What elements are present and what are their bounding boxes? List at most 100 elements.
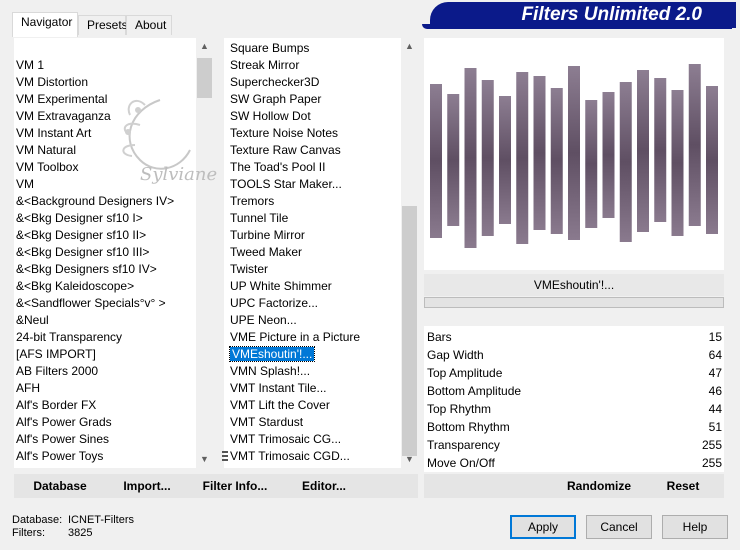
parameter-row[interactable]: Move On/Off 255 <box>424 454 724 472</box>
scroll-up-arrow-icon[interactable]: ▲ <box>401 38 418 55</box>
category-list-item[interactable]: VM 1 <box>14 57 194 74</box>
preview-bar <box>654 78 667 222</box>
parameter-row[interactable]: Top Rhythm 44 <box>424 400 724 418</box>
filter-scroll-thumb[interactable] <box>402 206 417 456</box>
parameter-label: Bottom Rhythm <box>427 420 510 434</box>
category-list-item[interactable]: VM Toolbox <box>14 159 194 176</box>
preview-bar <box>568 66 580 240</box>
parameter-row[interactable]: Gap Width 64 <box>424 346 724 364</box>
category-list-item[interactable]: VM Instant Art <box>14 125 194 142</box>
filter-list-item[interactable]: Superchecker3D <box>228 74 319 91</box>
database-button[interactable]: Database <box>24 474 96 498</box>
filter-list-item[interactable]: TOOLS Star Maker... <box>228 176 342 193</box>
parameter-row[interactable]: Bottom Amplitude 46 <box>424 382 724 400</box>
editor-button[interactable]: Editor... <box>294 474 354 498</box>
tab-about[interactable]: About <box>126 15 172 35</box>
filter-label: TOOLS Star Maker... <box>230 177 342 191</box>
filter-scrollbar[interactable]: ▲ ▼ <box>401 38 418 468</box>
filter-list-item[interactable]: Texture Noise Notes <box>228 125 338 142</box>
filter-list-item[interactable]: Tunnel Tile <box>228 210 288 227</box>
filter-list-item[interactable]: Tweed Maker <box>228 244 302 261</box>
category-list-item[interactable]: Alf's Power Sines <box>14 431 194 448</box>
parameter-row[interactable]: Transparency 255 <box>424 436 724 454</box>
scroll-down-arrow-icon[interactable]: ▼ <box>401 451 418 468</box>
app-title: Filters Unlimited 2.0 <box>521 4 702 25</box>
tab-navigator[interactable]: Navigator <box>12 12 78 37</box>
category-list-item[interactable]: &<Bkg Designer sf10 III> <box>14 244 194 261</box>
category-list-item[interactable]: VM Experimental <box>14 91 194 108</box>
category-label: &Neul <box>16 313 49 327</box>
filter-label: Texture Raw Canvas <box>230 143 341 157</box>
parameter-label: Gap Width <box>427 348 484 362</box>
filter-list[interactable]: Square Bumps Streak Mirror Superchecker3D S… <box>224 38 418 468</box>
filter-list-item[interactable]: VMT Trimosaic CGD... <box>228 448 350 465</box>
preview-bar <box>533 76 546 230</box>
scroll-up-arrow-icon[interactable]: ▲ <box>196 38 213 55</box>
filter-list-item[interactable]: SW Hollow Dot <box>228 108 311 125</box>
category-list-item[interactable]: &<Bkg Designer sf10 I> <box>14 210 194 227</box>
filter-label: VMEshoutin'!... <box>228 346 316 362</box>
category-list-item[interactable]: VM Natural <box>14 142 194 159</box>
filter-list-item[interactable]: The Toad's Pool II <box>228 159 325 176</box>
filter-list-item[interactable]: Streak Mirror <box>228 57 299 74</box>
category-list-item[interactable]: AFH <box>14 380 194 397</box>
parameter-row[interactable]: Top Amplitude 47 <box>424 364 724 382</box>
filter-list-item[interactable]: VME Picture in a Picture <box>228 329 360 346</box>
category-list-item[interactable]: &<Bkg Designer sf10 II> <box>14 227 194 244</box>
category-list-item[interactable]: Alf's Power Grads <box>14 414 194 431</box>
filter-label: SW Graph Paper <box>230 92 322 106</box>
scroll-down-arrow-icon[interactable]: ▼ <box>196 451 213 468</box>
randomize-button[interactable]: Randomize <box>554 474 644 498</box>
filter-list-item[interactable]: Square Bumps <box>228 40 309 57</box>
filter-list-item[interactable]: Twister <box>228 261 268 278</box>
category-list-item[interactable]: [AFS IMPORT] <box>14 346 194 363</box>
category-list-item[interactable]: &<Bkg Kaleidoscope> <box>14 278 194 295</box>
category-label: Alf's Power Toys <box>16 449 104 463</box>
category-list-item[interactable]: Alf's Border FX <box>14 397 194 414</box>
filter-list-item[interactable]: Tremors <box>228 193 274 210</box>
category-list-item[interactable]: &<Background Designers IV> <box>14 193 194 210</box>
import-button[interactable]: Import... <box>114 474 180 498</box>
filter-list-item[interactable]: VMN Splash!... <box>228 363 310 380</box>
apply-button[interactable]: Apply <box>510 515 576 539</box>
category-list-item[interactable]: Alf's Power Toys <box>14 448 194 465</box>
filter-list-item[interactable]: SW Graph Paper <box>228 91 321 108</box>
category-list-item[interactable]: &<Sandflower Specials°v° > <box>14 295 194 312</box>
cancel-button[interactable]: Cancel <box>586 515 652 539</box>
preview-bar <box>447 94 460 226</box>
parameter-label: Bars <box>427 330 452 344</box>
filter-label: VME Picture in a Picture <box>230 330 361 344</box>
category-list-item[interactable]: &<Bkg Designers sf10 IV> <box>14 261 194 278</box>
filter-list-item[interactable]: UP White Shimmer <box>228 278 332 295</box>
category-scrollbar[interactable]: ▲ ▼ <box>196 38 213 468</box>
filter-info-button[interactable]: Filter Info... <box>198 474 272 498</box>
parameter-row[interactable]: Bars 15 <box>424 328 724 346</box>
filter-list-item[interactable]: VMT Trimosaic CG... <box>228 431 341 448</box>
category-list-item[interactable]: &Neul <box>14 312 194 329</box>
filter-label: VMT Lift the Cover <box>230 398 330 412</box>
category-list[interactable]: VM 1 VM Distortion VM Experimental VM Extra… <box>14 38 212 468</box>
filter-label: The Toad's Pool II <box>230 160 326 174</box>
filter-list-item[interactable]: Turbine Mirror <box>228 227 305 244</box>
filter-list-item[interactable]: VMT Stardust <box>228 414 303 431</box>
category-list-item[interactable]: VM Extravaganza <box>14 108 194 125</box>
help-button[interactable]: Help <box>662 515 728 539</box>
category-list-item[interactable]: 24-bit Transparency <box>14 329 194 346</box>
parameter-row[interactable]: Bottom Rhythm 51 <box>424 418 724 436</box>
filter-list-item[interactable]: Texture Raw Canvas <box>228 142 341 159</box>
filter-list-item[interactable]: VMT Lift the Cover <box>228 397 330 414</box>
category-list-item[interactable]: VM Distortion <box>14 74 194 91</box>
filter-list-item[interactable]: VMEshoutin'!... <box>228 346 316 363</box>
category-scroll-thumb[interactable] <box>197 58 212 98</box>
category-label: &<Bkg Designers sf10 IV> <box>16 262 157 276</box>
filter-list-item[interactable]: VMT Instant Tile... <box>228 380 326 397</box>
parameter-label: Move On/Off <box>427 456 495 470</box>
tab-presets[interactable]: Presets <box>78 15 128 35</box>
category-label: AB Filters 2000 <box>16 364 99 378</box>
reset-button[interactable]: Reset <box>656 474 710 498</box>
filter-list-item[interactable]: UPC Factorize... <box>228 295 318 312</box>
category-list-item[interactable]: VM <box>14 176 194 193</box>
filter-list-item[interactable]: UPE Neon... <box>228 312 297 329</box>
category-list-item[interactable]: AB Filters 2000 <box>14 363 194 380</box>
filter-label: UPE Neon... <box>230 313 297 327</box>
